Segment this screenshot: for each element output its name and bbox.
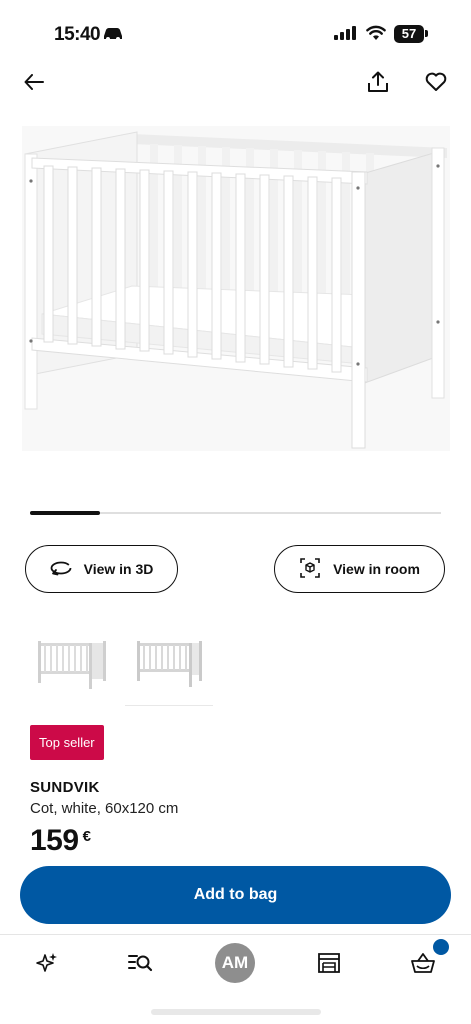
- tab-stores[interactable]: [307, 943, 351, 987]
- sparkle-icon: [35, 951, 59, 980]
- price-amount: 159: [30, 824, 79, 857]
- car-icon: [102, 27, 124, 46]
- product-price: 159 €: [30, 824, 91, 858]
- store-icon: [317, 952, 341, 979]
- wifi-icon: [366, 25, 386, 46]
- tab-account[interactable]: AM: [213, 941, 257, 985]
- crib-thumbnail-icon: [38, 641, 106, 689]
- signal-icon: [334, 26, 356, 45]
- avatar: AM: [215, 943, 255, 983]
- product-name: SUNDVIK: [30, 779, 100, 796]
- price-currency: €: [82, 828, 91, 845]
- view-in-room-button[interactable]: View in room: [274, 545, 445, 593]
- battery-level: 57: [394, 25, 424, 43]
- rotate-3d-icon: [50, 560, 72, 579]
- basket-icon: [410, 952, 436, 979]
- heart-icon: [425, 72, 447, 97]
- add-to-bag-label: Add to bag: [193, 886, 278, 903]
- battery-icon: 57: [394, 25, 428, 43]
- back-button[interactable]: [16, 66, 52, 102]
- top-nav: [0, 66, 471, 106]
- share-button[interactable]: [360, 66, 396, 102]
- crib-thumbnail-icon: [137, 640, 202, 687]
- product-image[interactable]: [22, 126, 450, 451]
- gallery-progress: [30, 511, 441, 515]
- view-in-3d-button[interactable]: View in 3D: [25, 545, 178, 593]
- add-to-bag-button[interactable]: Add to bag: [20, 866, 451, 924]
- favourite-button[interactable]: [418, 66, 454, 102]
- basket-notification-dot: [431, 937, 451, 957]
- arrow-left-icon: [24, 73, 44, 95]
- crib-illustration: [22, 126, 450, 451]
- home-indicator: [151, 1009, 321, 1015]
- view-in-3d-label: View in 3D: [83, 561, 154, 577]
- status-bar: 15:40 57: [0, 0, 471, 62]
- view-in-room-label: View in room: [333, 561, 420, 577]
- product-description: Cot, white, 60x120 cm: [30, 800, 179, 817]
- tab-search[interactable]: [118, 943, 162, 987]
- status-time: 15:40: [54, 24, 101, 45]
- top-seller-badge: Top seller: [30, 725, 104, 760]
- thumbnail-2[interactable]: [125, 622, 213, 706]
- thumbnail-1[interactable]: [28, 622, 116, 706]
- tab-inspiration[interactable]: [25, 943, 69, 987]
- search-list-icon: [127, 952, 153, 979]
- gallery-progress-fill: [30, 511, 100, 515]
- share-icon: [366, 70, 390, 99]
- ar-cube-icon: [299, 557, 321, 582]
